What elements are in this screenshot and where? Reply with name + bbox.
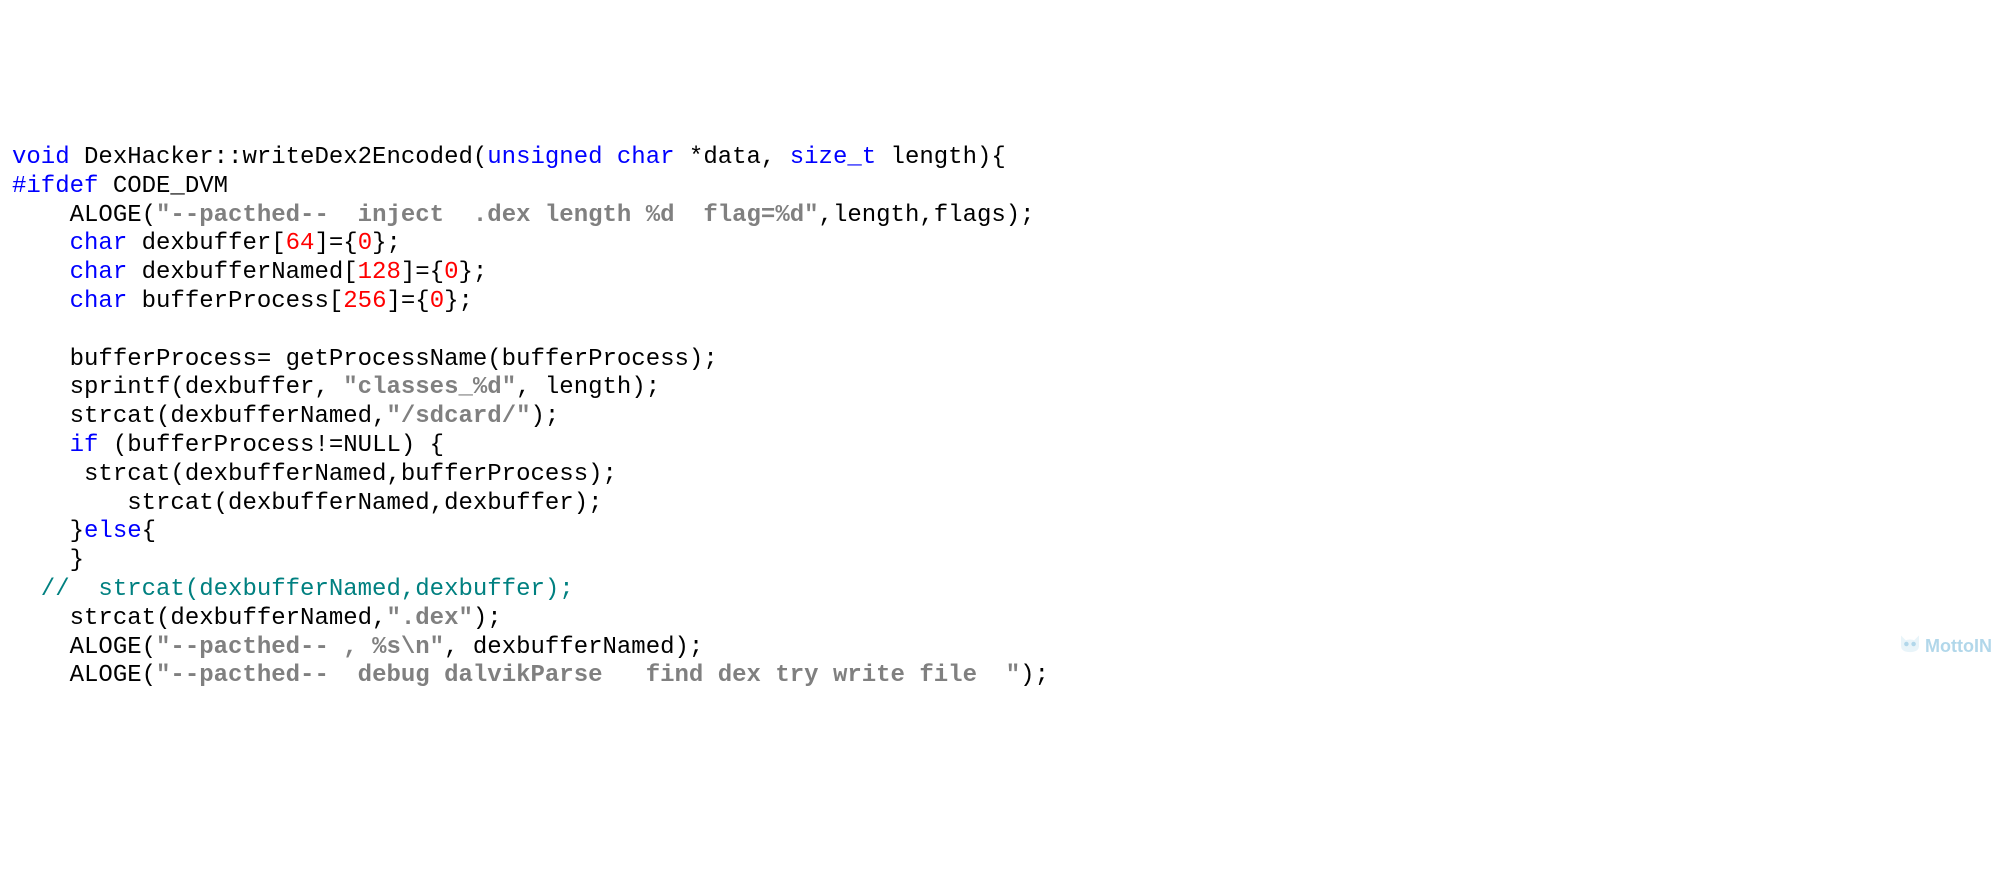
string-literal: "--pacthed-- debug dalvikParse find dex … [156,662,1020,689]
number-literal: 128 [358,259,401,286]
fold-gutter [0,291,12,315]
fold-gutter [0,205,12,229]
array-init: ]={ [386,288,429,315]
keyword-unsigned: unsigned [487,144,602,171]
keyword-char: char [603,144,675,171]
fold-gutter [0,262,12,286]
fold-gutter [0,493,12,517]
aloge-call: ALOGE( [12,202,156,229]
watermark-text: MottoIN [1925,636,1992,658]
var-dexbuffer: dexbuffer[ [127,230,285,257]
string-literal: "/sdcard/" [386,403,530,430]
fold-gutter [0,320,12,344]
aloge-args: , dexbufferNamed); [444,634,703,661]
pad [12,288,70,315]
param-data: *data, [675,144,790,171]
pad [12,230,70,257]
close-brace: } [12,547,84,574]
stmt-end: ); [473,605,502,632]
if-condition: (bufferProcess!=NULL) { [98,432,444,459]
method-signature: DexHacker::writeDex2Encoded( [70,144,488,171]
strcat-call: strcat(dexbufferNamed, [12,605,386,632]
code-block: void DexHacker::writeDex2Encoded(unsigne… [0,115,2010,691]
keyword-void: void [12,144,70,171]
fold-gutter [0,464,12,488]
fold-gutter [0,637,12,661]
comment-line: // strcat(dexbufferNamed,dexbuffer); [12,576,574,603]
fold-gutter [0,406,12,430]
fold-gutter [0,233,12,257]
fold-gutter [0,349,12,373]
aloge-args: ,length,flags); [819,202,1035,229]
string-literal: ".dex" [386,605,472,632]
aloge-call: ALOGE( [12,662,156,689]
assign-bufferprocess: bufferProcess= getProcessName(bufferProc… [12,346,718,373]
fold-gutter [0,665,12,689]
var-dexbuffernamed: dexbufferNamed[ [127,259,357,286]
string-literal: "--pacthed-- inject .dex length %d flag=… [156,202,819,229]
number-literal: 256 [343,288,386,315]
sprintf-args: , length); [516,374,660,401]
keyword-char: char [70,259,128,286]
string-literal: "classes_%d" [343,374,516,401]
fold-gutter [0,377,12,401]
string-literal: "--pacthed-- , %s\n" [156,634,444,661]
fold-gutter [0,608,12,632]
array-init: ]={ [401,259,444,286]
aloge-call: ALOGE( [12,634,156,661]
cat-icon [1879,613,1921,680]
keyword-char: char [70,230,128,257]
fold-gutter [0,579,12,603]
fold-gutter [0,550,12,574]
array-init: ]={ [314,230,357,257]
number-literal: 0 [444,259,458,286]
param-length: length){ [876,144,1006,171]
watermark: MottoIN [1879,613,1992,680]
open-brace: { [142,518,156,545]
pad [12,432,70,459]
var-bufferprocess: bufferProcess[ [127,288,343,315]
keyword-if: if [70,432,99,459]
pad [12,259,70,286]
stmt-end: ); [1020,662,1049,689]
macro-name: CODE_DVM [98,173,228,200]
stmt-end: }; [459,259,488,286]
strcat-dexbuffer: strcat(dexbufferNamed,dexbuffer); [12,490,603,517]
strcat-bufferprocess: strcat(dexbufferNamed,bufferProcess); [12,461,617,488]
number-literal: 64 [286,230,315,257]
keyword-else: else [84,518,142,545]
strcat-call: strcat(dexbufferNamed, [12,403,386,430]
stmt-end: }; [444,288,473,315]
number-literal: 0 [358,230,372,257]
close-brace: } [12,518,84,545]
preprocessor-ifdef: #ifdef [12,173,98,200]
stmt-end: }; [372,230,401,257]
keyword-sizet: size_t [790,144,876,171]
stmt-end: ); [531,403,560,430]
fold-gutter [0,176,12,200]
keyword-char: char [70,288,128,315]
sprintf-call: sprintf(dexbuffer, [12,374,343,401]
number-literal: 0 [430,288,444,315]
